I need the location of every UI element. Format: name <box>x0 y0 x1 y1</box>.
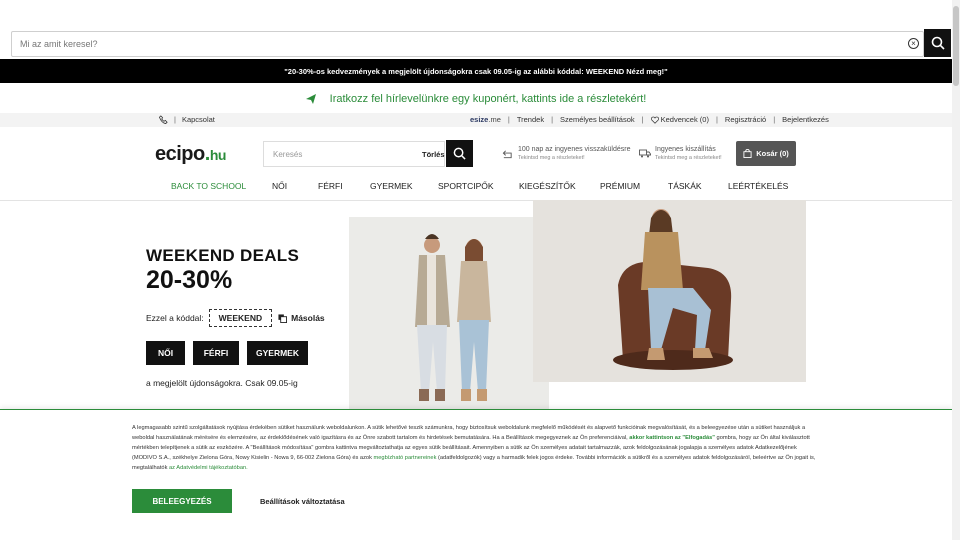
header-search-clear[interactable]: Törlés <box>422 150 445 159</box>
newsletter-text: Iratkozz fel hírlevelünkre egy kuponért,… <box>329 93 647 105</box>
privacy-policy-link[interactable]: az Adatvédelmi tájékoztatóban. <box>169 465 248 471</box>
cookie-accept-link[interactable]: akkor kattintson az "Elfogadás" <box>629 435 715 441</box>
scrollbar-thumb[interactable] <box>953 6 959 86</box>
nav-item-kiegeszitok[interactable]: KIEGÉSZÍTŐK <box>519 181 576 191</box>
overlay-search-input[interactable] <box>12 32 872 56</box>
logo-main-text: ecipo <box>155 143 205 165</box>
site-logo[interactable]: ecipo.hu <box>155 143 226 166</box>
nav-item-back-to-school[interactable]: BACK TO SCHOOL <box>171 181 246 191</box>
copy-code-button[interactable]: Másolás <box>278 313 325 323</box>
couple-illustration <box>349 217 549 410</box>
trends-link[interactable]: Trendek <box>517 115 544 124</box>
hero-button-noi[interactable]: NŐI <box>146 341 185 365</box>
logo-tld: hu <box>209 147 227 163</box>
hero-image-couple[interactable] <box>349 217 549 410</box>
main-nav: BACK TO SCHOOL NŐI FÉRFI GYERMEK SPORTCI… <box>0 180 952 194</box>
search-icon <box>453 147 466 160</box>
code-label: Ezzel a kóddal: <box>146 313 204 323</box>
nav-divider <box>0 200 952 201</box>
clear-search-icon[interactable]: × <box>908 38 919 49</box>
separator: | <box>174 115 176 124</box>
separator: | <box>507 115 510 124</box>
heart-icon <box>650 116 659 124</box>
promo-text: "20-30%-os kedvezmények a megjelölt újdo… <box>284 66 668 76</box>
overlay-search-box[interactable]: × <box>11 31 924 57</box>
separator: | <box>715 115 718 124</box>
promo-code-row: Ezzel a kóddal: WEEKEND Másolás <box>146 309 325 327</box>
promo-code[interactable]: WEEKEND <box>208 309 273 327</box>
phone-icon <box>159 115 168 124</box>
nav-item-gyermek[interactable]: GYERMEK <box>370 181 413 191</box>
cart-button[interactable]: Kosár (0) <box>736 141 796 166</box>
shipping-title: Ingyenes kiszállítás <box>655 146 716 153</box>
hero-image-woman-chair[interactable] <box>533 200 806 382</box>
cookie-consent-banner: A legmagasabb szintű szolgáltatások nyúj… <box>0 409 952 540</box>
trusted-partners-link[interactable]: megbízható partnereinek <box>374 455 437 461</box>
nav-item-ferfi[interactable]: FÉRFI <box>318 181 343 191</box>
esize-logo[interactable]: esize.me <box>470 115 501 124</box>
cookie-text: A legmagasabb szintű szolgáltatások nyúj… <box>132 423 817 473</box>
accept-cookies-button[interactable]: BELEEGYEZÉS <box>132 489 232 513</box>
cart-label: Kosár (0) <box>756 149 789 158</box>
header-search-input[interactable] <box>264 142 414 166</box>
esize-text: esize <box>470 115 489 124</box>
hero-button-gyermek[interactable]: GYERMEK <box>247 341 308 365</box>
page: × "20-30%-os kedvezmények a megjelölt új… <box>0 0 960 540</box>
hero-note: a megjelölt újdonságokra. Csak 09.05-ig <box>146 378 298 388</box>
search-icon <box>931 36 945 50</box>
esize-suffix: .me <box>488 115 501 124</box>
hero-button-ferfi[interactable]: FÉRFI <box>193 341 239 365</box>
hero-discount: 20-30% <box>146 266 233 294</box>
copy-icon <box>278 313 288 323</box>
promo-banner[interactable]: "20-30%-os kedvezmények a megjelölt újdo… <box>0 59 952 83</box>
copy-label: Másolás <box>291 313 325 323</box>
register-link[interactable]: Regisztráció <box>725 115 766 124</box>
paper-plane-icon <box>305 94 316 104</box>
header-search-box[interactable] <box>263 141 445 167</box>
overlay-search-button[interactable] <box>924 29 951 57</box>
separator: | <box>641 115 644 124</box>
nav-item-premium[interactable]: PRÉMIUM <box>600 181 640 191</box>
nav-item-leertekeles[interactable]: LEÉRTÉKELÉS <box>728 181 788 191</box>
free-return-info[interactable]: 100 nap az ingyenes visszaküldésre Tekin… <box>518 146 630 162</box>
nav-item-taskak[interactable]: TÁSKÁK <box>668 181 702 191</box>
utility-bar: | Kapcsolat esize.me | Trendek | Személy… <box>0 113 952 127</box>
nav-item-noi[interactable]: NŐI <box>272 181 287 191</box>
bag-icon <box>743 149 752 158</box>
shipping-sub: Tekintsd meg a részleteket! <box>655 155 722 161</box>
favorites-link[interactable]: Kedvencek (0) <box>650 115 709 124</box>
personal-settings-link[interactable]: Személyes beállítások <box>560 115 635 124</box>
woman-chair-illustration <box>533 200 806 382</box>
site-header: ecipo.hu Törlés 100 nap az ingyenes viss… <box>0 132 952 178</box>
contact-link[interactable]: Kapcsolat <box>182 115 215 124</box>
nav-item-sportcipok[interactable]: SPORTCIPŐK <box>438 181 494 191</box>
return-sub: Tekintsd meg a részleteket! <box>518 155 585 161</box>
truck-icon <box>639 149 651 158</box>
return-title: 100 nap az ingyenes visszaküldésre <box>518 146 631 153</box>
hero-title: WEEKEND DEALS <box>146 246 300 265</box>
newsletter-banner[interactable]: Iratkozz fel hírlevelünkre egy kuponért,… <box>0 88 952 110</box>
favorites-label: Kedvencek (0) <box>660 115 709 124</box>
separator: | <box>551 115 554 124</box>
change-settings-button[interactable]: Beállítások változtatása <box>260 497 345 506</box>
separator: | <box>773 115 776 124</box>
login-link[interactable]: Bejelentkezés <box>782 115 829 124</box>
free-shipping-info[interactable]: Ingyenes kiszállítás Tekintsd meg a rész… <box>655 146 722 162</box>
return-icon <box>502 150 512 159</box>
header-search-button[interactable] <box>446 140 473 167</box>
